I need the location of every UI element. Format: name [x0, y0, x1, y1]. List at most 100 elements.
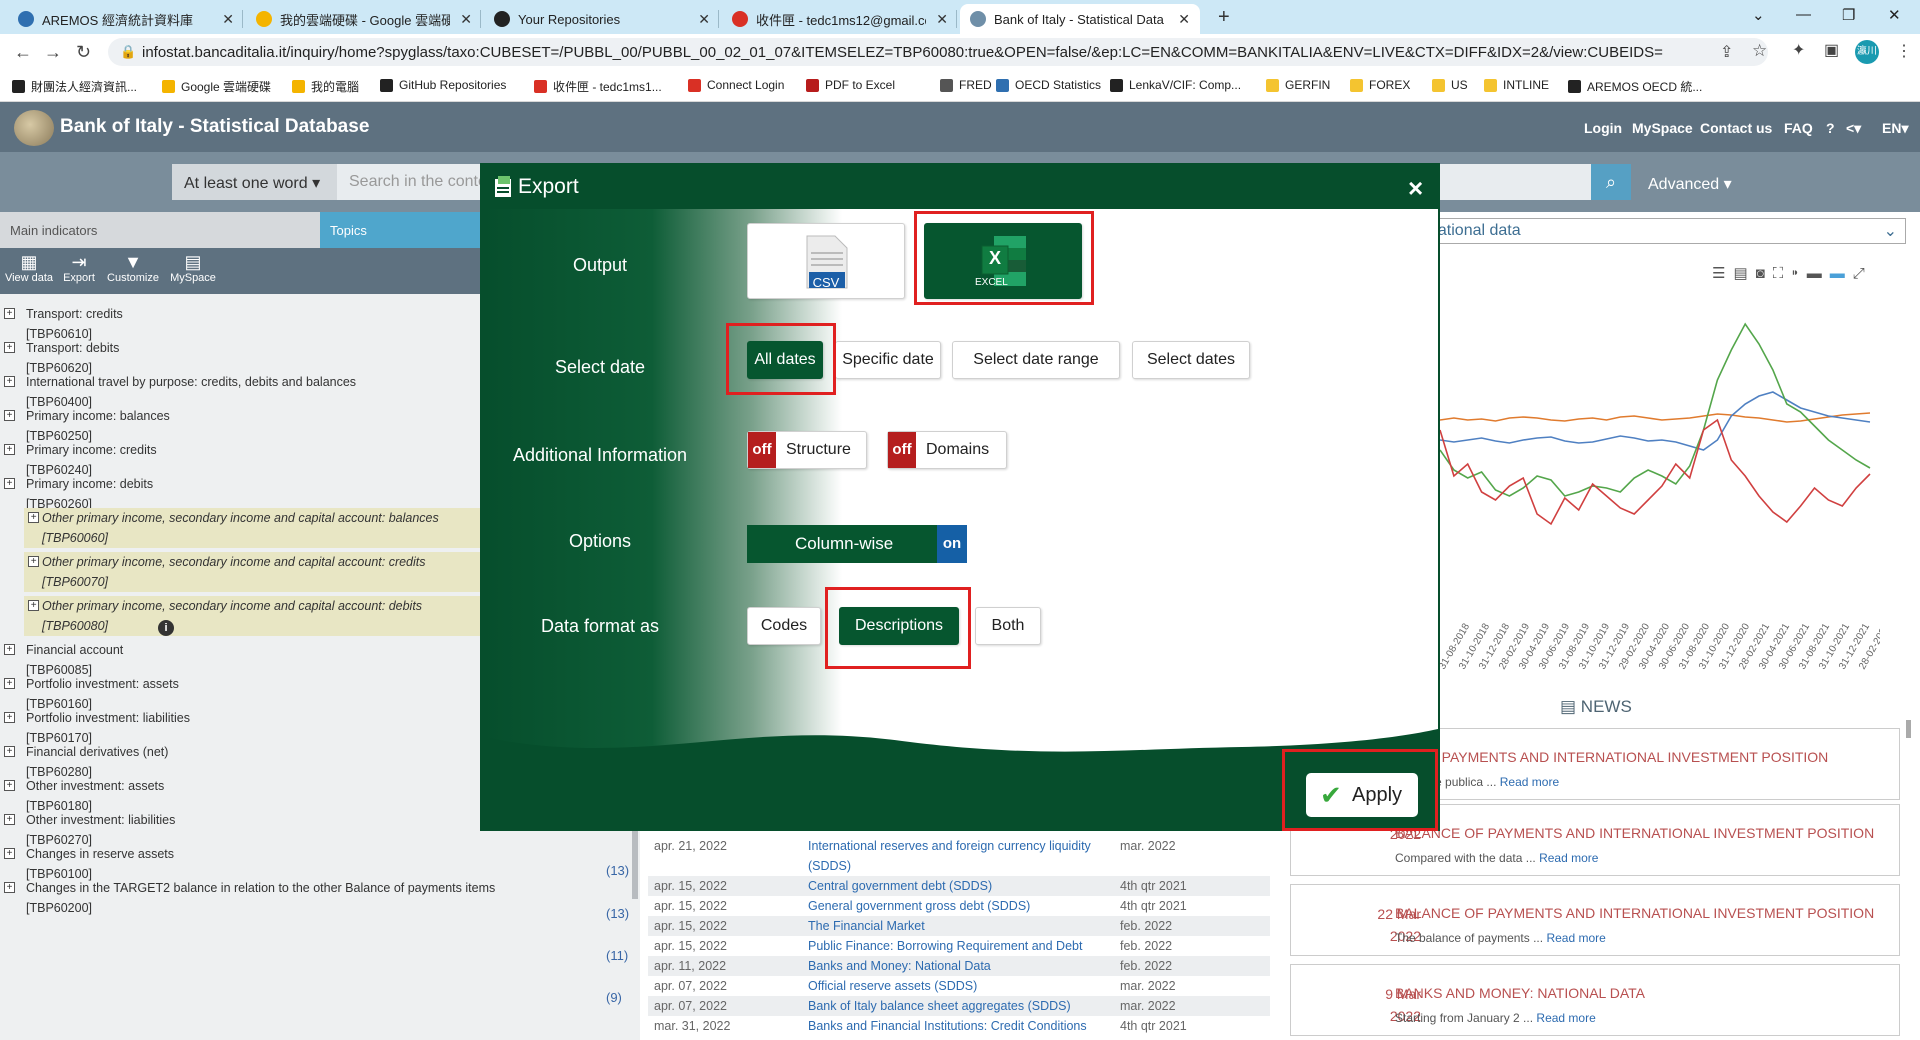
language-select[interactable]: EN▾	[1882, 120, 1908, 137]
tree-item[interactable]: + Other primary income, secondary income …	[24, 552, 494, 592]
news-title[interactable]: CE OF PAYMENTS AND INTERNATIONAL INVESTM…	[1395, 749, 1828, 765]
search-icon[interactable]: ⌕	[1591, 164, 1631, 200]
toggle-icon[interactable]: ▬	[1807, 265, 1830, 282]
tree-item[interactable]: + Changes in the TARGET2 balance in relat…	[4, 878, 496, 918]
close-icon[interactable]: ×	[1408, 173, 1423, 204]
tab-close-icon[interactable]: ✕	[1178, 11, 1190, 28]
structure-toggle[interactable]: off Structure	[747, 431, 867, 469]
bookmark-item[interactable]: Connect Login	[688, 78, 784, 92]
bookmark-item[interactable]: FRED	[940, 78, 992, 92]
expand-plus-icon[interactable]: +	[4, 746, 15, 757]
column-wise-toggle[interactable]: Column-wise on	[747, 525, 967, 563]
forward-icon[interactable]: →	[44, 42, 62, 63]
expand-plus-icon[interactable]: +	[4, 780, 15, 791]
tab-search-icon[interactable]: ⌄	[1752, 6, 1765, 24]
faq-link[interactable]: FAQ	[1784, 120, 1813, 136]
tree-item[interactable]: + Other primary income, secondary income …	[24, 596, 494, 636]
release-link[interactable]: Bank of Italy balance sheet aggregates (…	[808, 996, 1071, 1016]
bookmark-item[interactable]: 我的電腦	[292, 78, 359, 95]
release-link[interactable]: Banks and Financial Institutions: Credit…	[808, 1016, 1087, 1036]
read-more-link[interactable]: Read more	[1539, 851, 1598, 865]
tab-topics[interactable]: Topics	[320, 212, 480, 248]
news-card[interactable]: 22 Mar 2022 BALANCE OF PAYMENTS AND INTERN…	[1290, 884, 1900, 956]
bookmark-item[interactable]: Google 雲端硬碟	[162, 78, 271, 95]
bookmark-item[interactable]: GERFIN	[1266, 78, 1330, 92]
chart-toolbar[interactable]: ☰▤◙⛶⁍▬▬⤢	[1712, 264, 1873, 282]
export-button[interactable]: ⇥ Export	[50, 252, 108, 284]
release-link[interactable]: General government gross debt (SDDS)	[808, 896, 1030, 916]
expand-plus-icon[interactable]: +	[4, 308, 15, 319]
restore-icon[interactable]: ❐	[1842, 6, 1855, 24]
chart-icon[interactable]: ▬	[1830, 265, 1853, 282]
myspace-button[interactable]: ▤ MySpace	[164, 252, 222, 284]
select-dates-option[interactable]: Select dates	[1132, 341, 1250, 379]
expand-plus-icon[interactable]: +	[28, 556, 39, 567]
expand-plus-icon[interactable]: +	[28, 512, 39, 523]
bookmark-item[interactable]: US	[1432, 78, 1468, 92]
release-link[interactable]: International reserves and foreign curre…	[808, 836, 1091, 856]
bookmark-item[interactable]: 收件匣 - tedc1ms1...	[534, 78, 662, 95]
menu-icon[interactable]: ⋮	[1896, 41, 1912, 61]
bookmark-item[interactable]: 財團法人經濟資訊...	[12, 78, 137, 95]
expand-plus-icon[interactable]: +	[4, 814, 15, 825]
share-icon[interactable]: ⇪	[1720, 42, 1733, 62]
fullscreen-icon[interactable]: ⛶	[1773, 265, 1792, 282]
minimize-icon[interactable]: —	[1796, 6, 1811, 23]
profile-avatar[interactable]: 瀛川	[1855, 40, 1879, 64]
bookmark-item[interactable]: INTLINE	[1484, 78, 1549, 92]
expand-icon[interactable]: ⤢	[1853, 265, 1873, 282]
url-field[interactable]: 🔒 infostat.bancaditalia.it/inquiry/home?…	[108, 38, 1768, 66]
expand-plus-icon[interactable]: +	[28, 600, 39, 611]
read-more-link[interactable]: Read more	[1536, 1011, 1595, 1025]
contact-link[interactable]: Contact us	[1700, 120, 1772, 136]
codes-option[interactable]: Codes	[747, 607, 821, 645]
back-icon[interactable]: ←	[14, 42, 32, 63]
release-link[interactable]: Official reserve assets (SDDS)	[808, 976, 977, 996]
browser-tab[interactable]: AREMOS 經濟統計資料庫 ✕	[8, 4, 244, 34]
expand-plus-icon[interactable]: +	[4, 848, 15, 859]
tab-close-icon[interactable]: ✕	[460, 11, 472, 28]
browser-tab[interactable]: Your Repositories ✕	[484, 4, 720, 34]
login-link[interactable]: Login	[1584, 120, 1622, 136]
reload-icon[interactable]: ↻	[76, 42, 91, 63]
help-link[interactable]: ?	[1826, 120, 1835, 136]
release-link[interactable]: The Financial Market	[808, 916, 925, 936]
read-more-link[interactable]: Read more	[1500, 775, 1559, 789]
news-title[interactable]: BANKS AND MONEY: NATIONAL DATA	[1395, 985, 1645, 1001]
browser-tab[interactable]: 我的雲端硬碟 - Google 雲端硬碟 ✕	[246, 4, 482, 34]
news-title[interactable]: BALANCE OF PAYMENTS AND INTERNATIONAL IN…	[1395, 825, 1874, 841]
bookmark-item[interactable]: PDF to Excel	[806, 78, 895, 92]
customize-button[interactable]: ▼ Customize	[104, 252, 162, 284]
info-icon[interactable]: i	[158, 620, 174, 636]
tree-item[interactable]: + Other primary income, secondary income …	[24, 508, 494, 548]
browser-tab[interactable]: Bank of Italy - Statistical Databa ✕	[960, 4, 1200, 34]
bookmark-item[interactable]: LenkaV/CIF: Comp...	[1110, 78, 1241, 92]
release-link[interactable]: Banks and Money: National Data	[808, 956, 991, 976]
expand-plus-icon[interactable]: +	[4, 444, 15, 455]
tab-close-icon[interactable]: ✕	[698, 11, 710, 28]
advanced-search-dropdown[interactable]: Advanced ▾	[1648, 174, 1732, 194]
bookmark-item[interactable]: GitHub Repositories	[380, 78, 506, 92]
read-more-link[interactable]: Read more	[1546, 931, 1605, 945]
expand-plus-icon[interactable]: +	[4, 410, 15, 421]
tab-main-indicators[interactable]: Main indicators	[0, 212, 320, 248]
dataset-select[interactable]: national data ⌄	[1420, 218, 1906, 244]
camera-icon[interactable]: ◙	[1756, 265, 1773, 282]
tab-close-icon[interactable]: ✕	[222, 11, 234, 28]
share-menu-icon[interactable]: <▾	[1846, 120, 1861, 137]
release-link[interactable]: Central government debt (SDDS)	[808, 876, 992, 896]
browser-tab[interactable]: 收件匣 - tedc1ms12@gmail.com ✕	[722, 4, 958, 34]
date-range-option[interactable]: Select date range	[952, 341, 1120, 379]
new-tab-button[interactable]: +	[1218, 6, 1230, 29]
expand-plus-icon[interactable]: +	[4, 882, 15, 893]
bookmark-item[interactable]: OECD Statistics	[996, 78, 1101, 92]
database-icon[interactable]: ☰	[1712, 265, 1733, 282]
tab-close-icon[interactable]: ✕	[936, 11, 948, 28]
list-icon[interactable]: ▤	[1733, 265, 1755, 282]
news-scrollbar[interactable]	[1906, 720, 1911, 738]
extensions-icon[interactable]: ✦	[1792, 40, 1805, 60]
bookmark-item[interactable]: FOREX	[1350, 78, 1410, 92]
window-close-icon[interactable]: ✕	[1888, 6, 1901, 24]
pin-icon[interactable]: ⁍	[1791, 265, 1807, 282]
news-card[interactable]: 9 Mar 2022 BANKS AND MONEY: NATIONAL DATA S…	[1290, 964, 1900, 1036]
